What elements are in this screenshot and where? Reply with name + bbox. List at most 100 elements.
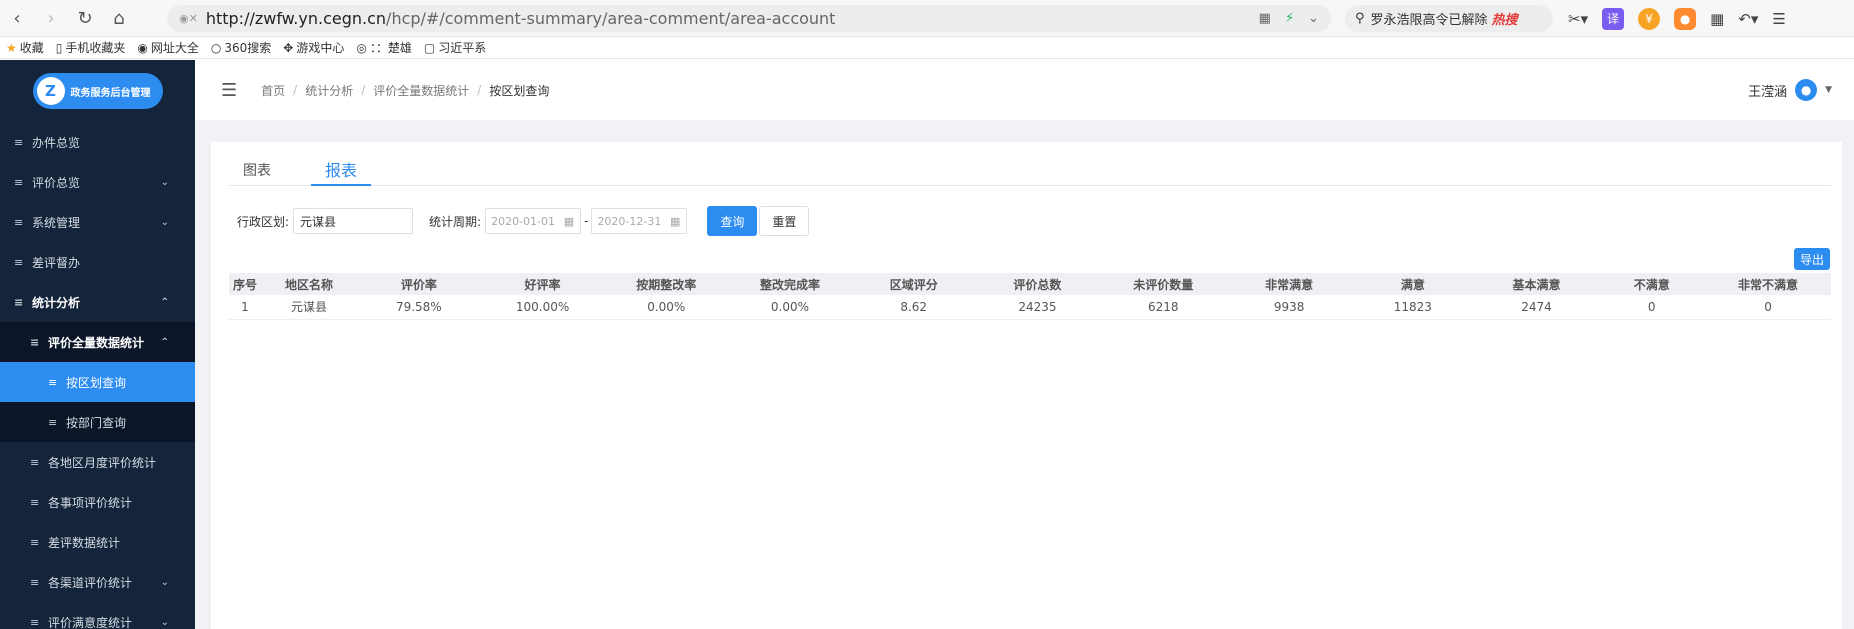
sidebar-item-label: 系统管理	[32, 215, 81, 230]
calendar-icon: ▦	[563, 214, 575, 228]
report-card: 图表 报表 行政区划: 元谋县 统计周期: 2020-01-01 ▦ - 202…	[211, 142, 1842, 629]
sidebar-item-handling-overview[interactable]: ≡ 办件总览	[0, 122, 195, 162]
table-header-cell: 评价总数	[975, 273, 1100, 295]
tab-chart[interactable]: 图表	[229, 154, 285, 186]
end-date-picker[interactable]: 2020-12-31 ▦	[591, 208, 688, 234]
tab-report[interactable]: 报表	[311, 154, 372, 186]
sidebar-item-bad-review-stats[interactable]: ≡ 差评数据统计	[0, 522, 195, 562]
table-cell: 79.58%	[356, 295, 481, 320]
sidebar-item-label: 差评督办	[32, 255, 81, 270]
start-date-value: 2020-01-01	[491, 214, 556, 228]
breadcrumb-item[interactable]: 首页	[261, 82, 285, 99]
grid-icon[interactable]: ▦	[1710, 10, 1724, 28]
list-icon: ≡	[14, 215, 24, 229]
sidebar-item-label: 各地区月度评价统计	[48, 455, 157, 470]
sidebar-item-label: 按部门查询	[66, 415, 127, 430]
start-date-picker[interactable]: 2020-01-01 ▦	[485, 208, 582, 234]
sidebar-item-bad-review-supervision[interactable]: ≡ 差评督办	[0, 242, 195, 282]
game-icon[interactable]: ●	[1674, 7, 1697, 30]
forward-icon[interactable]: ›	[34, 3, 68, 33]
sidebar-item-label: 统计分析	[32, 295, 81, 310]
table-header-cell: 满意	[1350, 273, 1475, 295]
browser-extensions: ✂▾ 译 ¥ ● ▦ ↶▾ ☰	[1568, 0, 1786, 37]
sidebar-menu: ≡ 办件总览 ≡ 评价总览 ⌄ ≡ 系统管理 ⌄ ≡ 差评督办 ≡ 统计分析 ⌃ ≡ 评价全量数据统计 ⌃ ≡ 按…	[0, 122, 195, 629]
sidebar-item-channel-stats[interactable]: ≡ 各渠道评价统计 ⌄	[0, 562, 195, 602]
home-icon[interactable]: ⌂	[102, 3, 136, 33]
bookmark-item[interactable]: ○ 360搜索	[211, 39, 271, 56]
table-header-cell: 不满意	[1598, 273, 1706, 295]
bookmark-icon: ◉	[137, 40, 148, 55]
table-cell: 0	[1705, 295, 1831, 320]
reset-button[interactable]: 重置	[759, 206, 810, 236]
bolt-icon[interactable]: ⚡	[1285, 11, 1294, 26]
top-header: ☰ 首页 / 统计分析 / 评价全量数据统计 / 按区划查询 王滢涵 ● ▼	[195, 60, 1854, 120]
logo[interactable]: Z 政务服务后台管理	[32, 73, 163, 109]
back-icon[interactable]: ‹	[0, 3, 34, 33]
sidebar-item-full-data-statistics[interactable]: ≡ 评价全量数据统计 ⌃	[0, 322, 195, 362]
sidebar-item-label: 按区划查询	[66, 375, 127, 390]
coupon-icon[interactable]: ¥	[1638, 7, 1661, 30]
browser-search-box[interactable]: ⚲ 罗永浩限高令已解除 热搜	[1345, 5, 1553, 32]
hamburger-icon[interactable]: ☰	[221, 80, 237, 101]
table-cell: 0	[1598, 295, 1706, 320]
table-header-cell: 好评率	[480, 273, 605, 295]
bookmark-icon: ✥	[283, 40, 294, 55]
bookmark-item[interactable]: ★ 收藏	[6, 39, 44, 56]
period-label: 统计周期:	[429, 214, 482, 229]
breadcrumb-separator: /	[293, 83, 298, 97]
list-icon: ≡	[48, 375, 58, 389]
sidebar-item-system-management[interactable]: ≡ 系统管理 ⌄	[0, 202, 195, 242]
bookmark-label: 360搜索	[224, 41, 272, 55]
region-input[interactable]: 元谋县	[293, 208, 414, 234]
reload-icon[interactable]: ↻	[68, 3, 102, 33]
export-button[interactable]: 导出	[1794, 248, 1830, 270]
chevron-up-icon: ⌃	[160, 336, 169, 348]
table-header-cell: 整改完成率	[728, 273, 852, 295]
bookmark-item[interactable]: ▯ 手机收藏夹	[56, 39, 126, 56]
bookmarks-bar: ★ 收藏 ▯ 手机收藏夹 ◉ 网址大全 ○ 360搜索 ✥ 游戏中心 ◎ ：：楚雄 ▢ 习近平系	[0, 37, 1854, 59]
query-button[interactable]: 查询	[707, 206, 758, 236]
end-date-value: 2020-12-31	[597, 214, 662, 228]
chevron-down-icon[interactable]: ⌄	[1308, 11, 1319, 26]
bookmark-item[interactable]: ▢ 习近平系	[424, 39, 486, 56]
scissors-icon[interactable]: ✂▾	[1568, 10, 1588, 28]
breadcrumb-item[interactable]: 统计分析	[305, 82, 353, 99]
user-menu[interactable]: 王滢涵 ● ▼	[1748, 60, 1832, 120]
bookmark-label: 游戏中心	[296, 41, 345, 55]
chevron-down-icon: ⌄	[160, 176, 169, 188]
bookmark-icon: ▢	[423, 40, 436, 55]
undo-icon[interactable]: ↶▾	[1738, 10, 1758, 28]
list-icon: ≡	[14, 175, 24, 189]
sidebar-item-monthly-region-stats[interactable]: ≡ 各地区月度评价统计	[0, 442, 195, 482]
list-icon: ≡	[30, 575, 40, 589]
table-cell: 6218	[1099, 295, 1228, 320]
calendar-icon: ▦	[670, 214, 681, 228]
list-icon: ≡	[30, 535, 40, 549]
bookmark-icon: ★	[6, 40, 17, 55]
hot-search-badge: 热搜	[1491, 13, 1518, 28]
breadcrumb-item: 按区划查询	[489, 83, 550, 98]
bookmark-item[interactable]: ◉ 网址大全	[137, 39, 199, 56]
sidebar-item-query-by-department[interactable]: ≡ 按部门查询	[0, 402, 195, 442]
sidebar-item-evaluation-overview[interactable]: ≡ 评价总览 ⌄	[0, 162, 195, 202]
sidebar-item-statistics[interactable]: ≡ 统计分析 ⌃	[0, 282, 195, 322]
tabs: 图表 报表	[229, 154, 1831, 186]
qr-icon[interactable]: ▦	[1259, 11, 1271, 26]
bookmark-label: 习近平系	[438, 41, 487, 55]
translate-icon[interactable]: 译	[1602, 7, 1625, 30]
breadcrumb-separator: /	[361, 83, 366, 97]
breadcrumb: 首页 / 统计分析 / 评价全量数据统计 / 按区划查询	[261, 82, 549, 99]
table-cell: 2474	[1474, 295, 1599, 320]
sidebar-item-satisfaction-stats[interactable]: ≡ 评价满意度统计 ⌄	[0, 602, 195, 629]
bookmark-item[interactable]: ✥ 游戏中心	[283, 39, 344, 56]
sidebar-item-label: 各渠道评价统计	[48, 575, 133, 590]
sidebar-item-query-by-region[interactable]: ≡ 按区划查询	[0, 362, 195, 402]
breadcrumb-item[interactable]: 评价全量数据统计	[373, 82, 469, 99]
bookmark-item[interactable]: ◎ ：：楚雄	[356, 39, 412, 56]
address-bar[interactable]: ◉✕ http://zwfw.yn.cegn.cn/hcp/#/comment-…	[167, 5, 1331, 32]
menu-icon[interactable]: ☰	[1772, 10, 1785, 28]
list-icon: ≡	[14, 135, 24, 149]
sidebar-item-matter-stats[interactable]: ≡ 各事项评价统计	[0, 482, 195, 522]
table-header-cell: 评价率	[356, 273, 481, 295]
table-cell: 24235	[975, 295, 1100, 320]
